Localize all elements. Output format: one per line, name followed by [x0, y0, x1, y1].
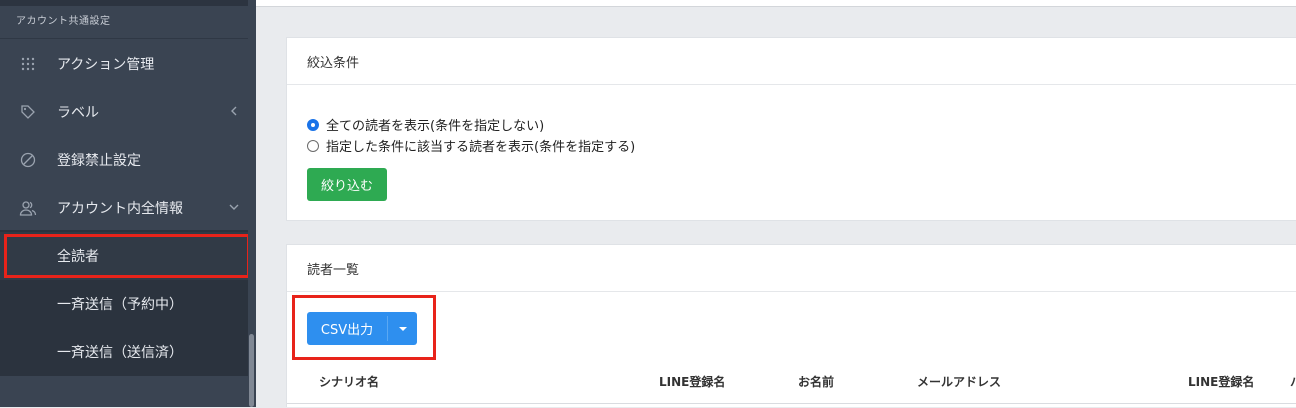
highlight-box-csv-export [292, 295, 436, 360]
sidebar-item-label-menu[interactable]: ラベル [0, 88, 256, 136]
sidebar-item-label: アクション管理 [57, 57, 155, 73]
sidebar-item-label: 登録禁止設定 [57, 153, 141, 169]
sidebar-section-title: アカウント共通設定 [16, 16, 111, 27]
sidebar-item-account-info[interactable]: アカウント内全情報 [0, 184, 256, 232]
filter-option-label: 全ての読者を表示(条件を指定しない) [326, 119, 545, 134]
sidebar-subitem-label: 一斉送信（予約中） [57, 297, 183, 313]
readers-card: 読者一覧 CSV出力 シナリオ名 LINE登録名 お名前 メールアドレス LIN… [286, 244, 1296, 407]
sidebar: アカウント共通設定 アクション管理 ラベル 登録禁止設定 アカウント内全情報 全… [0, 0, 256, 407]
column-header-scenario[interactable]: シナリオ名 [319, 373, 379, 390]
table-header-row: シナリオ名 LINE登録名 お名前 メールアドレス LINE登録名 ハ [287, 359, 1296, 404]
grid-dots-icon [18, 54, 38, 74]
filter-card: 絞込条件 全ての読者を表示(条件を指定しない) 指定した条件に該当する読者を表示… [286, 37, 1296, 221]
sidebar-divider [0, 38, 256, 39]
filter-option-label: 指定した条件に該当する読者を表示(条件を指定する) [326, 140, 636, 155]
sidebar-scrollbar-thumb[interactable] [249, 334, 254, 407]
filter-option-conditional[interactable]: 指定した条件に該当する読者を表示(条件を指定する) [307, 136, 635, 155]
sidebar-subitem-broadcast-scheduled[interactable]: 一斉送信（予約中） [0, 280, 248, 328]
column-header-line-name[interactable]: LINE登録名 [659, 373, 725, 390]
readers-card-title: 読者一覧 [287, 245, 1296, 292]
radio-checked[interactable] [307, 118, 319, 131]
column-header-line-name-2[interactable]: LINE登録名 [1188, 373, 1254, 390]
highlight-box-all-readers [4, 234, 250, 278]
main-top-edge [256, 0, 1296, 7]
filter-card-title: 絞込条件 [287, 38, 1296, 85]
radio-unchecked[interactable] [307, 139, 319, 152]
column-header-email[interactable]: メールアドレス [917, 373, 1001, 390]
sidebar-item-label: ラベル [57, 105, 99, 121]
tag-icon [18, 102, 38, 122]
sidebar-item-action-management[interactable]: アクション管理 [0, 40, 256, 88]
users-icon [18, 198, 38, 218]
filter-submit-button[interactable]: 絞り込む [307, 168, 387, 201]
sidebar-item-registration-block[interactable]: 登録禁止設定 [0, 136, 256, 184]
ban-icon [18, 150, 38, 170]
sidebar-top-strip [0, 0, 256, 6]
chevron-left-icon [228, 105, 240, 117]
readers-card-body: CSV出力 シナリオ名 LINE登録名 お名前 メールアドレス LINE登録名 … [287, 291, 1296, 408]
sidebar-subitem-broadcast-sent[interactable]: 一斉送信（送信済） [0, 328, 248, 376]
column-header-name[interactable]: お名前 [798, 373, 834, 390]
column-header-truncated[interactable]: ハ [1290, 373, 1296, 390]
sidebar-item-label: アカウント内全情報 [57, 201, 183, 217]
chevron-down-icon [228, 201, 240, 213]
sidebar-subitem-label: 一斉送信（送信済） [57, 345, 183, 361]
filter-option-all[interactable]: 全ての読者を表示(条件を指定しない) [307, 115, 544, 134]
